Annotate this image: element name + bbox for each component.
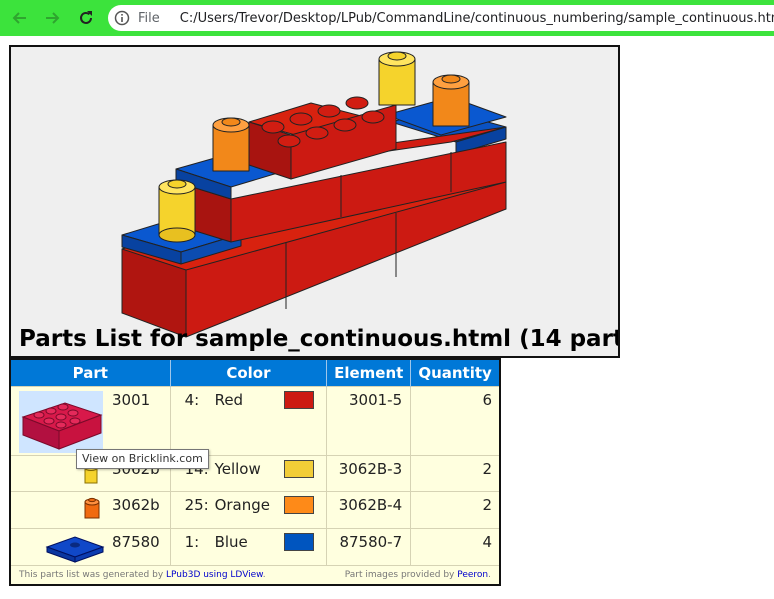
lego-model-image (121, 51, 507, 338)
footer-generated-by: This parts list was generated by LPub3D … (19, 570, 266, 580)
color-swatch (283, 391, 314, 409)
color-swatch (283, 496, 314, 514)
info-icon[interactable] (114, 9, 130, 27)
part-number: 3062b (112, 496, 160, 514)
header-element: Element (326, 360, 412, 387)
footer-left-text: This parts list was generated by (19, 570, 167, 580)
url-text[interactable]: C:/Users/Trevor/Desktop/LPub/CommandLine… (180, 11, 774, 26)
file-scheme-label: File (138, 10, 160, 26)
peeron-link[interactable]: Peeron (457, 570, 488, 580)
back-button[interactable] (8, 6, 32, 30)
footer-images-by: Part images provided by Peeron. (345, 570, 491, 580)
table-row: 3062b 25: Orange 3062B-4 2 (11, 491, 499, 529)
header-part: Part (11, 360, 171, 387)
part-number: 3001 (112, 391, 151, 409)
color-name: Orange (214, 496, 271, 514)
parts-list-title: Parts List for sample_continuous.html (1… (19, 326, 620, 352)
header-color: Color (170, 360, 328, 387)
arrow-left-icon (12, 12, 26, 24)
parts-list-footer: This parts list was generated by LPub3D … (11, 565, 499, 584)
element-id: 3062B-4 (338, 496, 403, 514)
part-image-link[interactable] (19, 391, 103, 453)
part-number: 87580 (112, 533, 160, 551)
brick-2x4-image (21, 402, 103, 450)
forward-button[interactable] (40, 6, 64, 30)
model-cover-image: Parts List for sample_continuous.html (1… (9, 45, 620, 358)
color-name: Yellow (214, 460, 261, 478)
part-image-link[interactable] (45, 533, 105, 565)
element-id: 87580-7 (339, 533, 403, 551)
quantity-value: 2 (482, 460, 492, 478)
part-image-link[interactable] (83, 496, 101, 522)
element-id: 3001-5 (349, 391, 403, 409)
parts-list-table: Part Color Element Quantity 3001 4: Red … (9, 358, 501, 586)
footer-right-suffix: . (488, 570, 491, 580)
footer-right-text: Part images provided by (344, 570, 458, 580)
header-quantity: Quantity (410, 360, 499, 387)
reload-button[interactable] (74, 6, 98, 30)
color-code: 4: (184, 391, 200, 409)
quantity-value: 4 (482, 533, 492, 551)
color-name: Red (214, 391, 244, 409)
address-bar[interactable]: File C:/Users/Trevor/Desktop/LPub/Comman… (108, 5, 774, 31)
bricklink-tooltip: View on Bricklink.com (76, 449, 209, 469)
lpub3d-link[interactable]: LPub3D using LDView (166, 570, 263, 580)
color-name: Blue (214, 533, 248, 551)
color-code: 25: (184, 496, 209, 514)
element-id: 3062B-3 (338, 460, 403, 478)
arrow-right-icon (46, 12, 60, 24)
color-swatch (283, 533, 314, 551)
quantity-value: 2 (482, 496, 492, 514)
round-brick-orange-image (84, 497, 100, 519)
color-swatch (283, 460, 314, 478)
color-code: 1: (184, 533, 200, 551)
table-row: 3001 4: Red 3001-5 6 (11, 386, 499, 456)
footer-left-suffix: . (262, 570, 266, 580)
reload-icon (80, 11, 92, 24)
table-row: 87580 1: Blue 87580-7 4 (11, 528, 499, 569)
browser-toolbar: File C:/Users/Trevor/Desktop/LPub/Comman… (0, 0, 774, 36)
plate-2x2-blue-image (45, 536, 105, 563)
quantity-value: 6 (482, 391, 492, 409)
